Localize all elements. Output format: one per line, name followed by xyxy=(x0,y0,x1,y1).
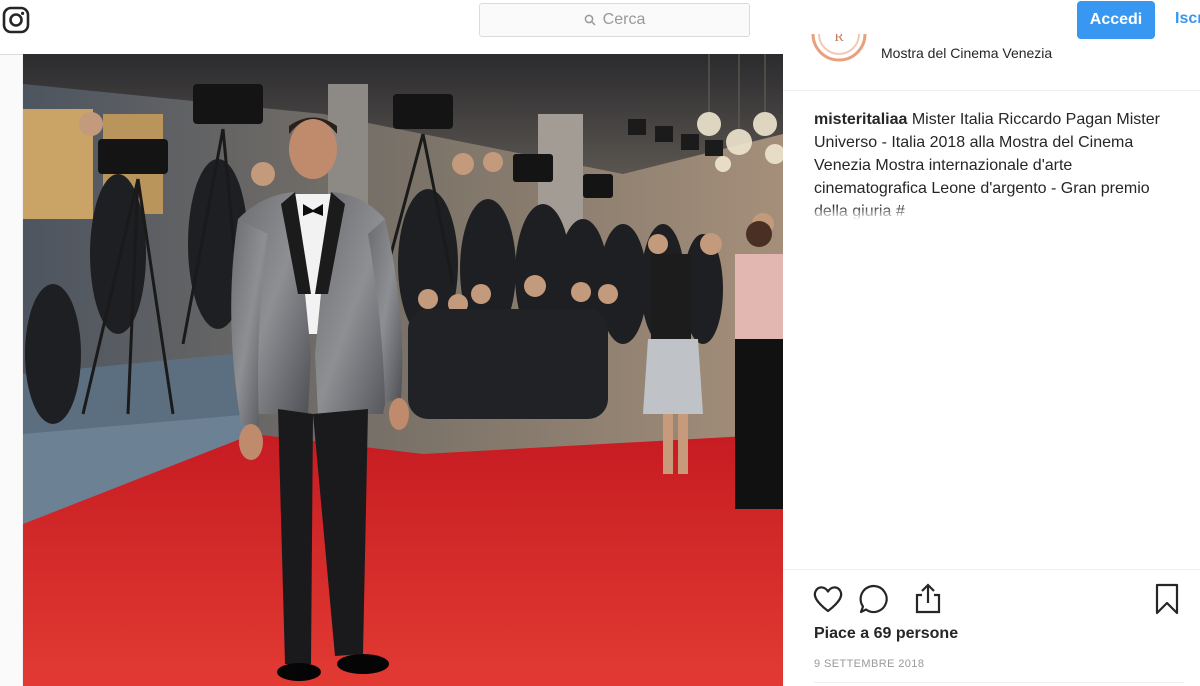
post-header: R Mostra del Cinema Venezia xyxy=(783,34,1200,91)
likes-count[interactable]: Piace a 69 persone xyxy=(814,625,958,643)
signup-link[interactable]: Iscriviti xyxy=(1175,10,1200,28)
svg-text:R: R xyxy=(834,34,844,45)
search-placeholder: Cerca xyxy=(602,11,646,28)
comment-icon[interactable] xyxy=(857,582,891,616)
instagram-logo-icon[interactable] xyxy=(2,6,30,34)
post-sidebar: R Mostra del Cinema Venezia misteritalia… xyxy=(783,34,1200,686)
heart-icon[interactable] xyxy=(811,582,845,616)
share-icon[interactable] xyxy=(911,582,945,616)
bookmark-icon[interactable] xyxy=(1150,582,1184,616)
profile-avatar-icon[interactable]: R xyxy=(811,34,867,74)
post-photo[interactable] xyxy=(23,54,783,686)
search-box[interactable]: Cerca xyxy=(479,3,750,37)
post-actions xyxy=(783,569,1200,615)
search-icon xyxy=(584,14,596,26)
login-button[interactable]: Accedi xyxy=(1077,1,1155,39)
post-caption: misteritaliaa Mister Italia Riccardo Pag… xyxy=(814,108,1164,220)
red-carpet-photo xyxy=(23,54,783,686)
caption-fade xyxy=(814,206,1164,220)
post-location[interactable]: Mostra del Cinema Venezia xyxy=(881,45,1052,61)
caption-username[interactable]: misteritaliaa xyxy=(814,111,907,128)
post-date[interactable]: 9 SETTEMBRE 2018 xyxy=(814,658,924,670)
post-card: R Mostra del Cinema Venezia misteritalia… xyxy=(22,34,1200,686)
divider xyxy=(814,682,1184,683)
